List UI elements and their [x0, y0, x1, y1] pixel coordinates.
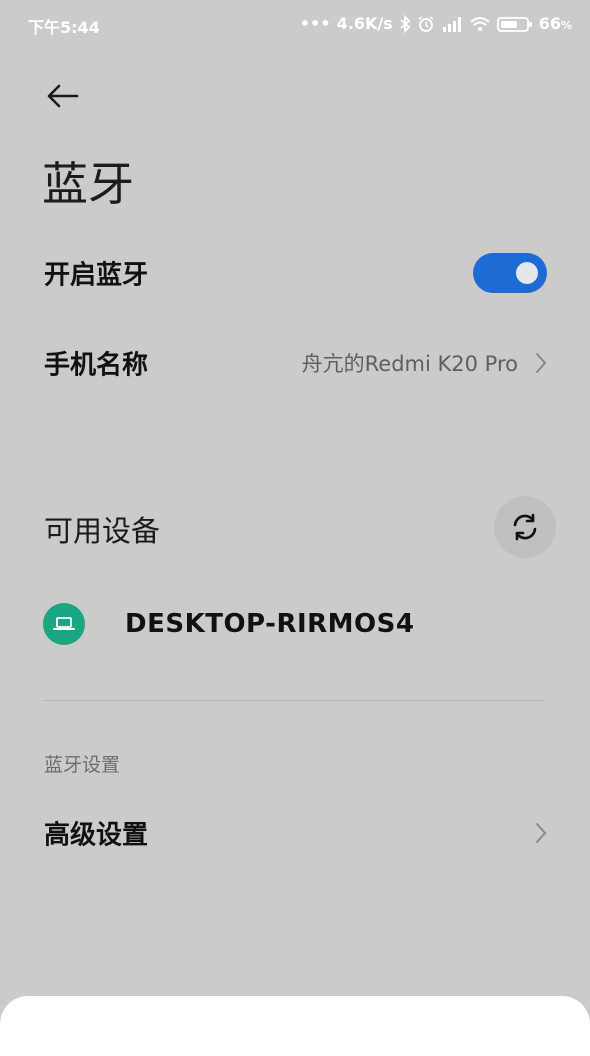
bottom-sheet: [0, 996, 590, 1056]
toggle-knob: [516, 262, 538, 284]
battery-icon: [496, 15, 533, 33]
device-name-row[interactable]: 手机名称 舟亢的Redmi K20 Pro: [0, 328, 590, 398]
status-icons: ••• 4.6K/s 66%: [300, 14, 572, 33]
device-name-value: 舟亢的Redmi K20 Pro: [301, 352, 518, 376]
available-devices-heading: 可用设备: [44, 514, 161, 548]
device-avatar: [43, 603, 85, 645]
wifi-icon: [469, 15, 491, 33]
chevron-right-icon: [536, 353, 546, 373]
alarm-icon: [417, 15, 435, 33]
chevron-right-icon: [536, 823, 546, 843]
list-item[interactable]: DESKTOP-RIRMOS4: [0, 588, 590, 660]
refresh-icon: [513, 513, 537, 541]
network-speed: 4.6K/s: [336, 14, 393, 33]
bluetooth-icon: [399, 14, 411, 33]
advanced-settings-label: 高级设置: [44, 820, 149, 851]
refresh-button[interactable]: [494, 496, 556, 558]
device-name: DESKTOP-RIRMOS4: [125, 609, 415, 639]
bluetooth-toggle-label: 开启蓝牙: [44, 260, 149, 291]
bluetooth-settings-group-label: 蓝牙设置: [44, 754, 121, 776]
page-title: 蓝牙: [42, 157, 134, 211]
advanced-settings-row[interactable]: 高级设置: [0, 798, 590, 868]
bluetooth-toggle-switch[interactable]: [473, 253, 547, 293]
back-button[interactable]: [40, 76, 84, 116]
status-time: 下午5:44: [28, 18, 100, 37]
status-bar: 下午5:44 ••• 4.6K/s 66%: [0, 0, 590, 52]
battery-percent: 66%: [538, 14, 572, 33]
signal-icon: [441, 15, 463, 33]
laptop-icon: [53, 617, 75, 630]
divider: [44, 700, 545, 701]
back-arrow-icon: [47, 84, 79, 108]
device-name-label: 手机名称: [44, 350, 149, 381]
more-dots-icon: •••: [299, 14, 331, 33]
